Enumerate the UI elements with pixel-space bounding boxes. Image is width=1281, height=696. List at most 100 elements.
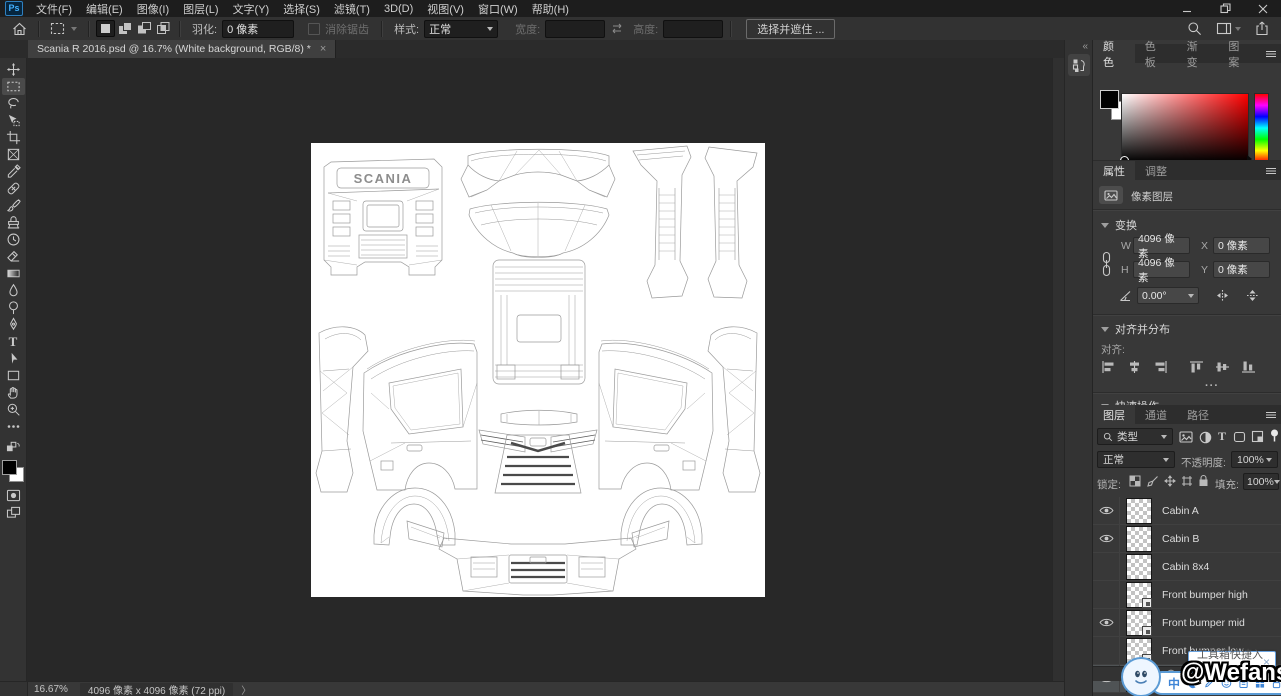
pen-tool[interactable]	[2, 316, 25, 333]
opacity-input[interactable]: 100%	[1231, 451, 1278, 468]
visibility-toggle[interactable]	[1093, 525, 1120, 552]
visibility-toggle[interactable]	[1093, 497, 1120, 524]
filter-shape-layers-icon[interactable]	[1233, 431, 1246, 443]
visibility-toggle[interactable]	[1093, 553, 1120, 580]
selection-mode-add[interactable]	[115, 20, 134, 37]
gradient-tool[interactable]	[2, 265, 25, 282]
menu-view[interactable]: 视图(V)	[420, 0, 471, 17]
layer-thumbnail[interactable]	[1126, 526, 1152, 552]
lasso-tool[interactable]	[2, 95, 25, 112]
frame-tool[interactable]	[2, 146, 25, 163]
select-and-mask-button[interactable]: 选择并遮住 ...	[746, 19, 835, 39]
tool-preset-picker[interactable]	[46, 20, 69, 37]
align-right-icon[interactable]	[1153, 360, 1168, 374]
visibility-toggle[interactable]	[1093, 637, 1120, 664]
saturation-brightness-field[interactable]	[1121, 93, 1249, 163]
align-top-icon[interactable]	[1189, 360, 1204, 374]
clone-stamp-tool[interactable]	[2, 214, 25, 231]
tab-adjustments[interactable]: 调整	[1135, 161, 1177, 180]
minimize-button[interactable]	[1179, 2, 1195, 16]
filter-smart-objects-icon[interactable]	[1251, 430, 1264, 443]
menu-select[interactable]: 选择(S)	[276, 0, 327, 17]
canvas-vertical-scrollbar[interactable]	[1052, 58, 1064, 681]
angle-input[interactable]: 0.00°	[1137, 287, 1199, 304]
width-value-input[interactable]: 4096 像素	[1133, 237, 1190, 254]
status-chevron-icon[interactable]: 〉	[241, 682, 251, 696]
tab-paths[interactable]: 路径	[1177, 405, 1219, 424]
layer-filter-kind-dropdown[interactable]: 类型	[1097, 428, 1173, 445]
rectangle-tool[interactable]	[2, 367, 25, 384]
rectangular-marquee-tool[interactable]	[2, 78, 25, 95]
quick-mask-button[interactable]	[2, 487, 25, 504]
y-value-input[interactable]: 0 像素	[1213, 261, 1270, 278]
align-section-header[interactable]: 对齐并分布	[1101, 321, 1170, 337]
antialias-checkbox[interactable]	[308, 23, 320, 35]
properties-panel-menu-button[interactable]	[1260, 161, 1281, 180]
expand-panels-chevrons[interactable]: «	[1082, 41, 1088, 52]
menu-type[interactable]: 文字(Y)	[226, 0, 277, 17]
default-swap-colors-button[interactable]	[2, 438, 25, 455]
tab-layers[interactable]: 图层	[1093, 405, 1135, 424]
align-more-button[interactable]: ···	[1205, 380, 1219, 392]
selection-mode-subtract[interactable]	[134, 20, 153, 37]
visibility-toggle[interactable]	[1093, 581, 1120, 608]
lock-all-icon[interactable]	[1198, 474, 1209, 487]
home-button[interactable]	[8, 20, 31, 37]
height-input[interactable]	[663, 20, 723, 38]
menu-help[interactable]: 帮助(H)	[525, 0, 576, 17]
x-value-input[interactable]: 0 像素	[1213, 237, 1270, 254]
foreground-color-swatch[interactable]	[2, 460, 17, 475]
eraser-tool[interactable]	[2, 248, 25, 265]
restore-button[interactable]	[1217, 2, 1233, 16]
selection-mode-intersect[interactable]	[153, 20, 172, 37]
blur-tool[interactable]	[2, 282, 25, 299]
flip-horizontal-icon[interactable]	[1215, 289, 1230, 302]
menu-filter[interactable]: 滤镜(T)	[327, 0, 377, 17]
align-center-horizontal-icon[interactable]	[1127, 360, 1142, 374]
swap-dimensions-button[interactable]	[605, 20, 628, 37]
tab-properties[interactable]: 属性	[1093, 161, 1135, 180]
ime-language-mode[interactable]: 中	[1168, 675, 1180, 692]
fill-input[interactable]: 100%	[1243, 473, 1279, 490]
history-brush-tool[interactable]	[2, 231, 25, 248]
object-selection-tool[interactable]	[2, 112, 25, 129]
lock-pixels-icon[interactable]	[1147, 475, 1159, 487]
screen-mode-button[interactable]	[2, 504, 25, 521]
filtering-toggle[interactable]	[1270, 429, 1279, 443]
align-left-icon[interactable]	[1101, 360, 1116, 374]
tab-channels[interactable]: 通道	[1135, 405, 1177, 424]
spot-healing-brush-tool[interactable]	[2, 180, 25, 197]
menu-edit[interactable]: 编辑(E)	[79, 0, 130, 17]
edit-toolbar-button[interactable]	[2, 418, 25, 435]
move-tool[interactable]	[2, 61, 25, 78]
collapsed-panel-button[interactable]	[1068, 54, 1090, 76]
layer-thumbnail[interactable]	[1126, 610, 1152, 636]
layer-row[interactable]: Cabin 8x4	[1093, 553, 1281, 581]
style-dropdown[interactable]: 正常	[424, 20, 498, 38]
eyedropper-tool[interactable]	[2, 163, 25, 180]
document-canvas-image[interactable]: SCANIA	[311, 143, 765, 597]
menu-3d[interactable]: 3D(D)	[377, 0, 420, 17]
dodge-tool[interactable]	[2, 299, 25, 316]
share-icon[interactable]	[1255, 21, 1269, 36]
filter-pixel-layers-icon[interactable]	[1179, 431, 1193, 443]
search-icon[interactable]	[1187, 21, 1202, 36]
preset-chevron-icon[interactable]	[71, 27, 77, 31]
lock-artboard-icon[interactable]	[1181, 475, 1193, 487]
tab-swatches[interactable]: 色板	[1135, 44, 1177, 63]
transform-section-header[interactable]: 变换	[1101, 217, 1137, 233]
flip-vertical-icon[interactable]	[1245, 289, 1260, 302]
blend-mode-dropdown[interactable]: 正常	[1097, 451, 1175, 468]
type-tool[interactable]: T	[2, 333, 25, 350]
selection-mode-new[interactable]	[96, 20, 115, 37]
link-dimensions-button[interactable]	[1098, 242, 1114, 286]
height-value-input[interactable]: 4096 像素	[1133, 261, 1190, 278]
panel-foreground-swatch[interactable]	[1100, 90, 1119, 109]
feather-input[interactable]: 0 像素	[222, 20, 294, 38]
filter-type-layers-icon[interactable]: T	[1218, 429, 1226, 444]
menu-window[interactable]: 窗口(W)	[471, 0, 525, 17]
zoom-tool[interactable]	[2, 401, 25, 418]
tab-close-icon[interactable]: ×	[320, 43, 326, 55]
zoom-level[interactable]: 16.67%	[34, 684, 68, 695]
menu-image[interactable]: 图像(I)	[130, 0, 176, 17]
